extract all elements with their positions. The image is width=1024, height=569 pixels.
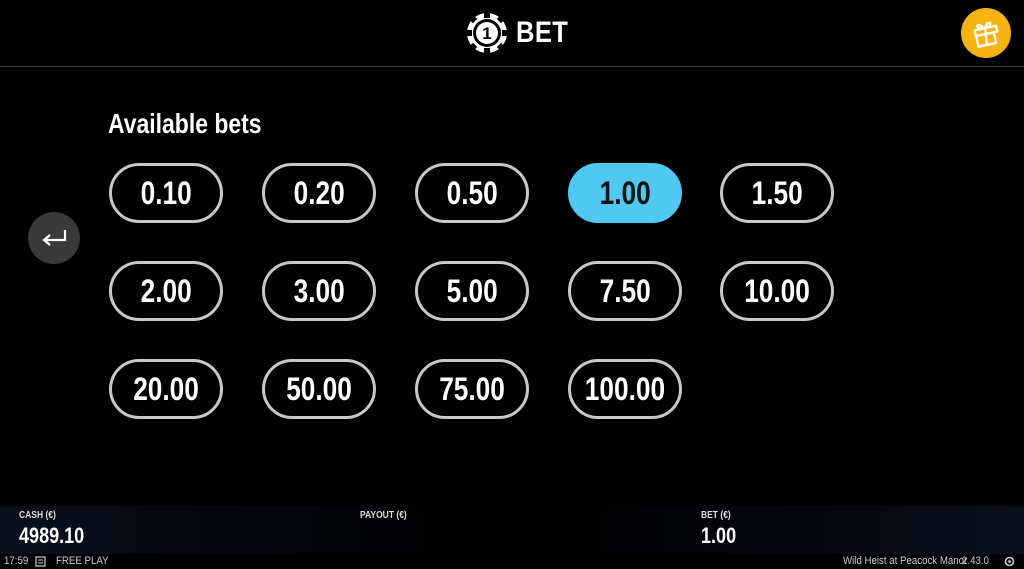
document-icon[interactable]: [35, 556, 46, 567]
bet-option-label: 7.50: [599, 272, 651, 309]
casino-chip-icon: 1: [466, 12, 508, 54]
bet-option-label: 0.10: [140, 174, 192, 211]
bet-value: 1.00: [701, 523, 737, 548]
play-mode: FREE PLAY: [56, 555, 109, 567]
cash-value: 4989.10: [19, 523, 85, 548]
bet-option-label: 0.20: [293, 174, 345, 211]
status-bar: 17:59 FREE PLAY Wild Heist at Peacock Ma…: [0, 554, 1024, 569]
bet-option[interactable]: 75.00: [415, 359, 529, 419]
back-button[interactable]: [28, 212, 80, 264]
bet-option[interactable]: 10.00: [720, 261, 834, 321]
bet-option-label: 3.00: [293, 272, 345, 309]
bet-option[interactable]: 7.50: [568, 261, 682, 321]
bet-option-label: 2.00: [140, 272, 192, 309]
bet-option-label: 75.00: [439, 370, 505, 407]
cash-display: CASH (€) 4989.10: [19, 510, 99, 549]
bet-option[interactable]: 20.00: [109, 359, 223, 419]
page-title: BET: [516, 16, 569, 49]
bet-option[interactable]: 100.00: [568, 359, 682, 419]
bet-option-label: 1.50: [751, 174, 803, 211]
bet-option-selected[interactable]: 1.00: [568, 163, 682, 223]
bet-option[interactable]: 0.10: [109, 163, 223, 223]
bet-option-label: 100.00: [584, 370, 666, 407]
bet-option-label: 10.00: [744, 272, 810, 309]
bet-option[interactable]: 5.00: [415, 261, 529, 321]
header: 1 BET: [0, 0, 1024, 67]
available-bets-heading: Available bets: [108, 108, 262, 139]
bet-option[interactable]: 0.20: [262, 163, 376, 223]
bet-option[interactable]: 1.50: [720, 163, 834, 223]
bet-option[interactable]: 2.00: [109, 261, 223, 321]
bet-screen: 1 BET Available bets 0.10 0.20 0.50 1.00…: [0, 0, 1024, 569]
footer-bar: CASH (€) 4989.10 PAYOUT (€) BET (€) 1.00: [0, 506, 1024, 554]
chip-value: 1: [482, 24, 491, 43]
bet-option-label: 1.00: [599, 174, 651, 211]
game-name: Wild Heist at Peacock Manor: [843, 555, 968, 567]
bet-option-label: 20.00: [133, 370, 199, 407]
title-group: 1 BET: [466, 11, 578, 55]
payout-label: PAYOUT (€): [360, 510, 407, 521]
cash-label: CASH (€): [19, 510, 56, 521]
bet-option[interactable]: 0.50: [415, 163, 529, 223]
bet-label: BET (€): [701, 510, 731, 521]
clock: 17:59: [4, 555, 29, 567]
bets-grid: 0.10 0.20 0.50 1.00 1.50 2.00 3.00 5.00 …: [109, 163, 849, 433]
bet-option-label: 0.50: [446, 174, 498, 211]
version: 2.43.0: [962, 555, 989, 567]
bet-display: BET (€) 1.00: [701, 510, 744, 549]
bet-option-label: 50.00: [286, 370, 352, 407]
settings-icon[interactable]: [1004, 556, 1015, 567]
gift-button[interactable]: [961, 8, 1011, 58]
bet-option[interactable]: 3.00: [262, 261, 376, 321]
gift-icon: [973, 21, 999, 48]
bet-option[interactable]: 50.00: [262, 359, 376, 419]
return-arrow-icon: [42, 230, 67, 246]
payout-display: PAYOUT (€): [360, 510, 415, 523]
bet-option-label: 5.00: [446, 272, 498, 309]
